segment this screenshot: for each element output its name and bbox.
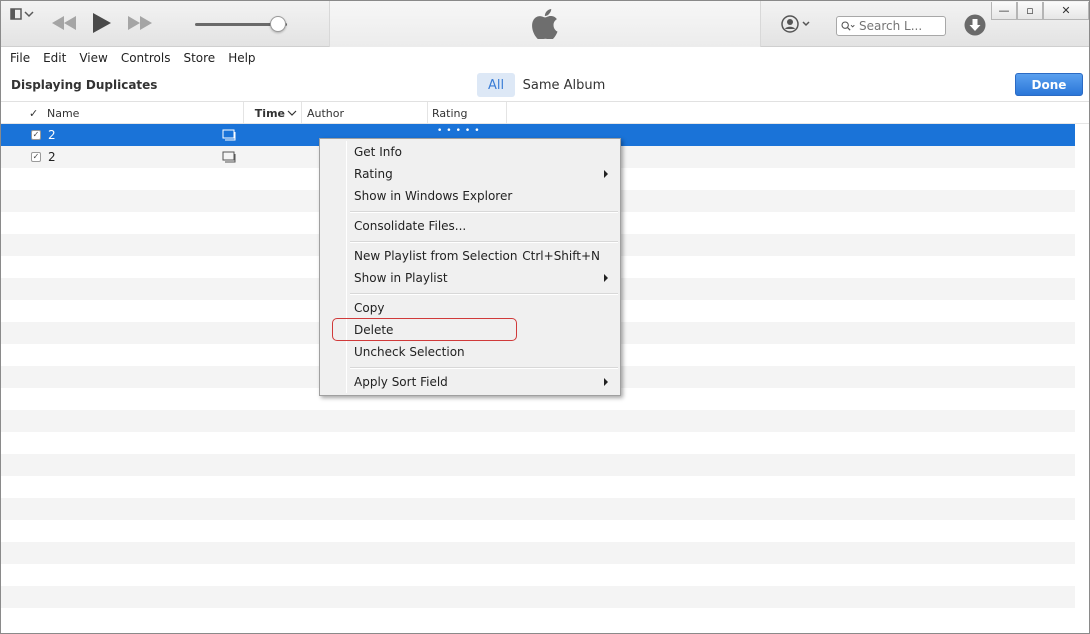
menu-show-in-playlist[interactable]: Show in Playlist	[354, 267, 616, 289]
filter-all[interactable]: All	[477, 73, 515, 97]
menu-apply-sort-field[interactable]: Apply Sort Field	[354, 371, 616, 393]
row-checkbox[interactable]: ✓	[31, 130, 41, 140]
restore-button[interactable]: ▫	[1017, 2, 1043, 20]
submenu-arrow-icon	[604, 378, 608, 386]
row-name: 2	[48, 150, 56, 164]
column-header: ✓ Name Time Author Rating	[1, 102, 1089, 124]
menu-rating[interactable]: Rating	[354, 163, 616, 185]
empty-row	[1, 432, 1075, 454]
status-display	[329, 1, 761, 47]
menu-help[interactable]: Help	[228, 51, 255, 65]
menu-separator	[350, 211, 618, 213]
itunes-window: — ▫ ✕ File Edit View Controls Store Help…	[0, 0, 1090, 634]
menu-file[interactable]: File	[10, 51, 30, 65]
menu-separator	[350, 241, 618, 243]
menu-new-playlist[interactable]: New Playlist from Selection Ctrl+Shift+N	[354, 245, 616, 267]
menu-separator	[350, 367, 618, 369]
menu-label: Apply Sort Field	[354, 375, 448, 389]
close-button[interactable]: ✕	[1043, 2, 1089, 20]
media-kind-icon	[222, 129, 236, 141]
menu-store[interactable]: Store	[183, 51, 215, 65]
empty-row	[1, 454, 1075, 476]
done-button[interactable]: Done	[1015, 73, 1083, 96]
menu-label: New Playlist from Selection	[354, 249, 518, 263]
column-rating[interactable]: Rating	[428, 102, 507, 124]
column-author[interactable]: Author	[302, 102, 428, 124]
download-icon[interactable]	[964, 14, 986, 36]
menu-label: Get Info	[354, 145, 402, 159]
mini-player-icon[interactable]	[9, 7, 35, 21]
menu-gutter	[346, 141, 347, 393]
menu-label: Rating	[354, 167, 393, 181]
account-icon[interactable]	[781, 15, 813, 33]
row-name: 2	[48, 128, 56, 142]
submenu-arrow-icon	[604, 274, 608, 282]
rewind-icon[interactable]	[51, 13, 77, 33]
column-time[interactable]: Time	[244, 102, 302, 124]
column-time-label: Time	[254, 106, 285, 120]
menu-show-in-explorer[interactable]: Show in Windows Explorer	[354, 185, 616, 207]
volume-knob[interactable]	[270, 16, 286, 32]
menu-separator	[350, 293, 618, 295]
menu-label: Uncheck Selection	[354, 345, 465, 359]
volume-slider[interactable]	[195, 16, 291, 32]
column-name[interactable]: Name	[47, 102, 244, 124]
column-check[interactable]: ✓	[29, 102, 45, 124]
menu-label: Show in Playlist	[354, 271, 448, 285]
menu-shortcut: Ctrl+Shift+N	[522, 249, 600, 263]
menu-label: Copy	[354, 301, 385, 315]
page-title: Displaying Duplicates	[11, 78, 158, 92]
menu-edit[interactable]: Edit	[43, 51, 66, 65]
context-menu: Get Info Rating Show in Windows Explorer…	[319, 138, 621, 396]
search-box[interactable]	[836, 16, 946, 36]
vertical-scrollbar[interactable]	[1075, 124, 1089, 633]
empty-row	[1, 586, 1075, 608]
search-icon	[841, 21, 855, 31]
menu-copy[interactable]: Copy	[354, 297, 616, 319]
empty-row	[1, 410, 1075, 432]
empty-row	[1, 520, 1075, 542]
menu-get-info[interactable]: Get Info	[354, 141, 616, 163]
media-kind-icon	[222, 151, 236, 163]
filter-same-album[interactable]: Same Album	[519, 73, 609, 97]
empty-row	[1, 564, 1075, 586]
chevron-down-icon	[287, 110, 297, 116]
submenu-arrow-icon	[604, 170, 608, 178]
menu-label: Show in Windows Explorer	[354, 189, 513, 203]
minimize-button[interactable]: —	[991, 2, 1017, 20]
menu-view[interactable]: View	[79, 51, 107, 65]
menu-controls[interactable]: Controls	[121, 51, 171, 65]
toolbar: — ▫ ✕	[1, 1, 1089, 47]
menu-uncheck-selection[interactable]: Uncheck Selection	[354, 341, 616, 363]
search-input[interactable]	[859, 19, 945, 33]
fast-forward-icon[interactable]	[127, 13, 153, 33]
apple-logo-icon	[532, 9, 558, 39]
play-icon[interactable]	[89, 11, 113, 35]
window-controls: — ▫ ✕	[991, 2, 1089, 20]
menubar: File Edit View Controls Store Help	[1, 47, 1089, 68]
row-checkbox[interactable]: ✓	[31, 152, 41, 162]
empty-row	[1, 608, 1075, 630]
rating-dots[interactable]: •••••	[437, 126, 484, 136]
empty-row	[1, 542, 1075, 564]
menu-consolidate-files[interactable]: Consolidate Files...	[354, 215, 616, 237]
duplicates-header: Displaying Duplicates All Same Album Don…	[1, 68, 1089, 102]
empty-row	[1, 476, 1075, 498]
delete-highlight-outline	[332, 318, 517, 341]
menu-label: Consolidate Files...	[354, 219, 467, 233]
empty-row	[1, 498, 1075, 520]
